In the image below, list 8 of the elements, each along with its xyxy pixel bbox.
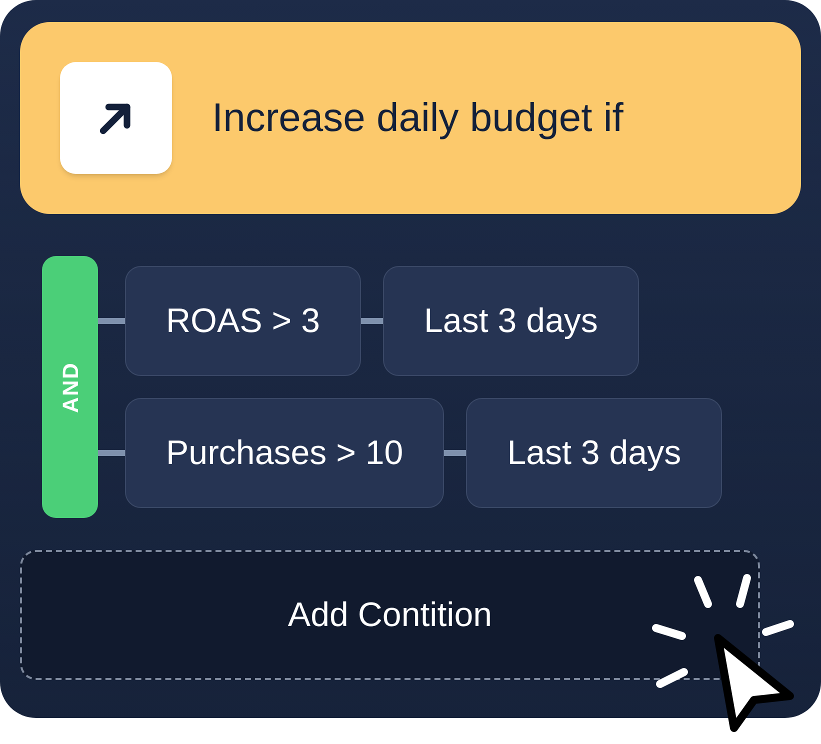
add-condition-button[interactable]: Add Contition xyxy=(20,550,760,680)
operator-label: AND xyxy=(56,362,84,412)
period-chip[interactable]: Last 3 days xyxy=(466,398,722,508)
header-title: Increase daily budget if xyxy=(212,95,624,142)
period-chip[interactable]: Last 3 days xyxy=(383,266,639,376)
metric-chip[interactable]: ROAS > 3 xyxy=(125,266,362,376)
metric-chip[interactable]: Purchases > 10 xyxy=(125,398,444,508)
trend-up-icon xyxy=(60,62,172,174)
